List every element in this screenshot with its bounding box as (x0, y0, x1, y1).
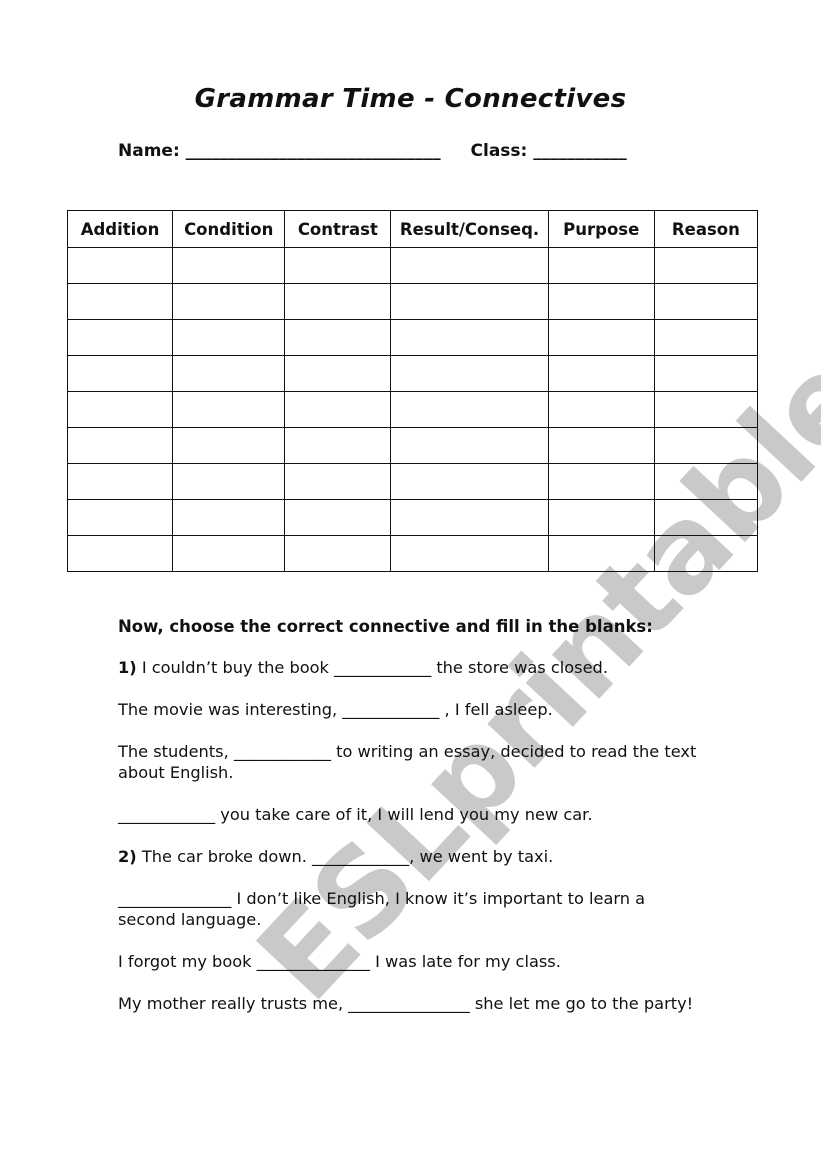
table-body (66, 247, 759, 572)
table-cell[interactable] (284, 355, 392, 392)
table-header-row: Addition Condition Contrast Result/Conse… (66, 210, 759, 248)
table-cell[interactable] (653, 499, 759, 536)
exercise-sentence: My mother really trusts me, ____________… (118, 993, 698, 1014)
table-cell[interactable] (172, 535, 286, 572)
exercise-number: 2) (118, 847, 137, 866)
table-cell[interactable] (653, 535, 759, 572)
table-cell[interactable] (284, 319, 392, 356)
table-cell[interactable] (284, 247, 392, 284)
table-row (66, 463, 759, 500)
sentence-text: I forgot my book ______________ I was la… (118, 952, 561, 971)
table-cell[interactable] (653, 283, 759, 320)
table-row (66, 499, 759, 536)
table-cell[interactable] (172, 247, 286, 284)
table-cell[interactable] (172, 355, 286, 392)
class-blank: ___________ (533, 141, 627, 161)
sentence-text: ______________ I don’t like English, I k… (118, 889, 646, 929)
table-cell[interactable] (653, 319, 759, 356)
sentence-text: I couldn’t buy the book ____________ the… (136, 658, 608, 677)
table-row (66, 247, 759, 284)
table-cell[interactable] (172, 427, 286, 464)
table-cell[interactable] (390, 247, 549, 284)
exercise-sentence: The students, ____________ to writing an… (118, 741, 698, 783)
table-cell[interactable] (66, 391, 174, 428)
table-row (66, 319, 759, 356)
table-cell[interactable] (284, 535, 392, 572)
column-header-purpose: Purpose (547, 210, 655, 248)
table-cell[interactable] (172, 319, 286, 356)
table-cell[interactable] (653, 355, 759, 392)
table-cell[interactable] (66, 463, 174, 500)
exercise-sentences: 1) I couldn’t buy the book ____________ … (118, 657, 698, 1035)
table-cell[interactable] (390, 499, 549, 536)
table-cell[interactable] (547, 283, 655, 320)
table-cell[interactable] (547, 391, 655, 428)
table-cell[interactable] (66, 427, 174, 464)
exercise-number: 1) (118, 658, 137, 677)
table-cell[interactable] (547, 535, 655, 572)
exercise-sentence: 1) I couldn’t buy the book ____________ … (118, 657, 698, 678)
name-blank: ______________________________ (185, 141, 441, 161)
table-cell[interactable] (547, 427, 655, 464)
exercise-sentence: 2) The car broke down. ____________, we … (118, 846, 698, 867)
table-cell[interactable] (390, 391, 549, 428)
exercise-sentence: The movie was interesting, ____________ … (118, 699, 698, 720)
table-cell[interactable] (653, 391, 759, 428)
table-cell[interactable] (172, 283, 286, 320)
table-cell[interactable] (653, 463, 759, 500)
name-label: Name: (118, 141, 180, 161)
table-cell[interactable] (284, 427, 392, 464)
table-cell[interactable] (66, 499, 174, 536)
exercise-sentence: I forgot my book ______________ I was la… (118, 951, 698, 972)
column-header-contrast: Contrast (284, 210, 392, 248)
table-row (66, 427, 759, 464)
table-cell[interactable] (66, 535, 174, 572)
table-cell[interactable] (172, 463, 286, 500)
table-cell[interactable] (547, 319, 655, 356)
class-label: Class: (470, 141, 528, 161)
table-cell[interactable] (390, 463, 549, 500)
sentence-text: My mother really trusts me, ____________… (118, 994, 694, 1013)
table-cell[interactable] (547, 499, 655, 536)
table-cell[interactable] (390, 283, 549, 320)
table-cell[interactable] (284, 283, 392, 320)
table-cell[interactable] (547, 463, 655, 500)
sentence-text: ____________ you take care of it, I will… (118, 805, 593, 824)
column-header-result: Result/Conseq. (390, 210, 549, 248)
table-cell[interactable] (653, 427, 759, 464)
table-cell[interactable] (390, 355, 549, 392)
table-cell[interactable] (66, 355, 174, 392)
table-cell[interactable] (653, 247, 759, 284)
column-header-reason: Reason (653, 210, 759, 248)
table-cell[interactable] (66, 247, 174, 284)
table-cell[interactable] (66, 319, 174, 356)
sentence-text: The car broke down. ____________, we wen… (136, 847, 554, 866)
table-cell[interactable] (390, 535, 549, 572)
exercise-instructions: Now, choose the correct connective and f… (118, 617, 653, 636)
column-header-addition: Addition (66, 210, 174, 248)
table-cell[interactable] (547, 247, 655, 284)
table-cell[interactable] (547, 355, 655, 392)
worksheet-title: Grammar Time - Connectives (194, 84, 627, 114)
exercise-sentence: ______________ I don’t like English, I k… (118, 888, 698, 930)
connectives-table: Addition Condition Contrast Result/Conse… (66, 210, 759, 572)
table-cell[interactable] (172, 499, 286, 536)
table-cell[interactable] (284, 499, 392, 536)
table-cell[interactable] (390, 319, 549, 356)
table-row (66, 283, 759, 320)
table-cell[interactable] (390, 427, 549, 464)
table-row (66, 391, 759, 428)
sentence-text: The students, ____________ to writing an… (118, 742, 697, 782)
table-row (66, 535, 759, 572)
worksheet-page: ESLprintables.com Grammar Time - Connect… (0, 0, 821, 1169)
table-cell[interactable] (172, 391, 286, 428)
table-row (66, 355, 759, 392)
table-cell[interactable] (66, 283, 174, 320)
column-header-condition: Condition (172, 210, 286, 248)
table-cell[interactable] (284, 463, 392, 500)
table-cell[interactable] (284, 391, 392, 428)
name-class-line: Name: ______________________________ Cla… (118, 141, 627, 161)
exercise-sentence: ____________ you take care of it, I will… (118, 804, 698, 825)
sentence-text: The movie was interesting, ____________ … (118, 700, 553, 719)
